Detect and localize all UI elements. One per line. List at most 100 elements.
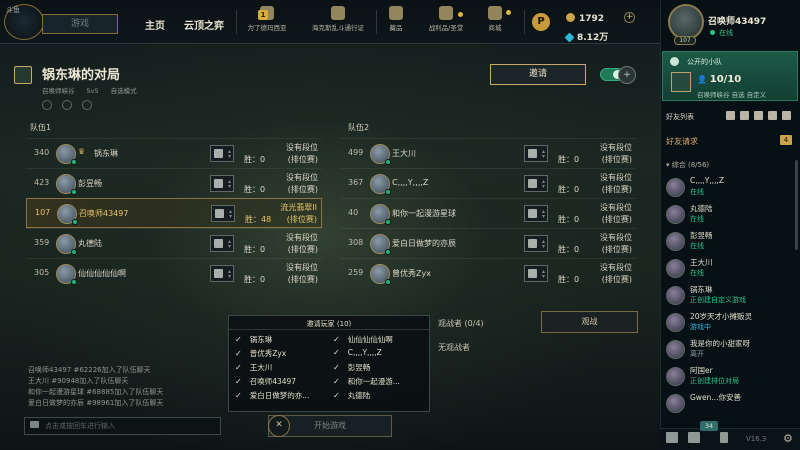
player-avatar[interactable] [370, 234, 391, 255]
play-button[interactable]: 游戏 [42, 14, 118, 34]
friend-item[interactable]: 锅东琳 正创建自定义游戏 [664, 284, 794, 308]
friend-item[interactable]: 阿国er 正创建排位对局 [664, 365, 794, 389]
player-row[interactable]: 259 曾优秀Zyx ▴ ▾ 没有段位 胜：0 (排位赛) [340, 258, 636, 288]
friend-item[interactable]: 王大川 在线 [664, 257, 794, 281]
nav-tft[interactable]: 云顶之弈 [184, 0, 224, 44]
chat-message: 爱白日做梦的亦辰 #98961加入了队伍聊天 [28, 399, 164, 407]
nav-loot[interactable]: 战利品/圣堂 [416, 4, 476, 42]
player-level: 308 [348, 238, 364, 247]
player-name[interactable]: 召唤师43497 [79, 208, 128, 219]
role-selector: ▴ ▾ [524, 265, 548, 282]
invite-button[interactable]: 邀请 [490, 64, 586, 85]
voice-icon[interactable] [720, 432, 728, 443]
profile-name: 召唤师43497 [708, 17, 767, 27]
friend-name: 阿国er [690, 366, 713, 375]
crown-icon: ♛ [78, 147, 86, 156]
leave-lobby-button[interactable]: ✕ [268, 415, 290, 437]
player-name[interactable]: C,,,,Y,,,,Z [392, 178, 428, 187]
friend-item[interactable]: 彭昱畅 在线 [664, 230, 794, 254]
friend-requests-count: 4 [780, 135, 792, 145]
friends-scrollbar[interactable] [795, 160, 798, 250]
profile-avatar[interactable] [668, 4, 704, 40]
friend-group-header[interactable]: ▾ 综合 (8/56) [666, 160, 709, 170]
party-title: 公开的小队 [687, 58, 722, 66]
player-avatar[interactable] [370, 144, 391, 165]
nav-hextech-pass[interactable]: 海克斯乱斗通行证 [302, 4, 374, 42]
search-icon[interactable] [782, 111, 791, 120]
folder-icon[interactable] [754, 111, 763, 120]
player-queue: (排位赛) [287, 275, 318, 284]
buy-currency-button[interactable]: + [624, 12, 635, 23]
chat-bubble-icon[interactable] [666, 432, 678, 443]
player-avatar[interactable] [370, 264, 391, 285]
jungle-icon [528, 269, 537, 278]
chevron-updown-icon: ▴ ▾ [541, 268, 545, 280]
player-row[interactable]: 308 爱白日做梦的亦辰 ▴ ▾ 没有段位 胜：0 (排位赛) [340, 228, 636, 258]
player-avatar[interactable] [56, 264, 77, 285]
player-name[interactable]: 丸德陆 [78, 238, 102, 249]
sort-icon[interactable] [740, 111, 749, 120]
missions-icon[interactable] [688, 432, 700, 443]
player-row[interactable]: 367 C,,,,Y,,,,Z ▴ ▾ 没有段位 胜：0 (排位赛) [340, 168, 636, 198]
player-level: 359 [34, 238, 50, 247]
party-card[interactable]: 公开的小队 10/10 召唤师峡谷 自选 自定义 [662, 51, 798, 101]
profile-level: 107 [674, 36, 696, 45]
friend-requests[interactable]: 好友请求 [666, 136, 698, 147]
chat-input[interactable]: 点击或按回车进行输入 [24, 417, 221, 435]
invited-player: 和你一起漫游... [333, 376, 400, 390]
pass-icon[interactable]: P [532, 13, 550, 31]
nav-store[interactable]: 商城 [470, 4, 520, 42]
settings-icon[interactable] [82, 100, 92, 110]
list-icon[interactable] [768, 111, 777, 120]
friend-status: 正创建自定义游戏 [690, 296, 746, 304]
friend-avatar [666, 340, 685, 359]
friend-item[interactable]: 我是你的小甜家呀 离开 [664, 338, 794, 362]
player-rank: 没有段位 [286, 173, 318, 182]
chat-message: 和你一起漫游星球 #68885加入了队伍聊天 [28, 388, 164, 396]
player-name[interactable]: 王大川 [392, 148, 416, 159]
player-avatar[interactable] [370, 204, 391, 225]
player-avatar[interactable] [56, 144, 77, 165]
player-name[interactable]: 爱白日做梦的亦辰 [392, 238, 456, 249]
gear-icon[interactable]: ⚙ [783, 432, 793, 445]
player-row[interactable]: 423 彭昱畅 ▴ ▾ 没有段位 胜：0 (排位赛) [26, 168, 322, 198]
player-rank: 没有段位 [600, 233, 632, 242]
player-name[interactable]: 锅东琳 [94, 148, 118, 159]
sword-icon [528, 209, 537, 218]
add-friend-icon[interactable] [726, 111, 735, 120]
player-row[interactable]: 340 ♛ 锅东琳 ▴ ▾ 没有段位 胜：0 (排位赛) [26, 138, 322, 168]
friend-status: 在线 [690, 269, 704, 277]
player-level: 499 [348, 148, 364, 157]
player-row[interactable]: 40 和你一起漫游星球 ▴ ▾ 没有段位 胜：0 (排位赛) [340, 198, 636, 228]
player-name[interactable]: 和你一起漫游星球 [392, 208, 456, 219]
party-crest-icon [671, 72, 691, 92]
invited-player: 曾优秀Zyx [235, 348, 309, 362]
player-avatar[interactable] [56, 174, 77, 195]
player-name[interactable]: 曾优秀Zyx [392, 268, 431, 279]
role-selector: ▴ ▾ [524, 145, 548, 162]
player-row[interactable]: 305 仙仙仙仙仙啊 ▴ ▾ 没有段位 胜：0 (排位赛) [26, 258, 322, 288]
player-queue: (排位赛) [601, 215, 632, 224]
nav-home[interactable]: 主页 [145, 0, 165, 44]
player-avatar[interactable] [56, 234, 77, 255]
invited-player: C,,,,Y,,,,Z [333, 348, 400, 362]
player-avatar[interactable] [370, 174, 391, 195]
player-row[interactable]: 107 召唤师43497 ▴ ▾ 流光翡翠II 胜：48 (排位赛) [26, 198, 322, 228]
chevron-updown-icon: ▴ ▾ [228, 208, 232, 220]
friend-item[interactable]: 丸德陆 在线 [664, 203, 794, 227]
friend-avatar [666, 205, 685, 224]
player-name[interactable]: 彭昱畅 [78, 178, 102, 189]
role-selector[interactable]: ▴ ▾ [211, 205, 235, 222]
friend-item[interactable]: Gwen...你安善 [664, 392, 794, 416]
friend-item[interactable]: C,,,,Y,,,,Z 在线 [664, 176, 794, 200]
player-avatar[interactable] [57, 204, 78, 225]
player-name[interactable]: 仙仙仙仙仙啊 [78, 268, 126, 279]
spectate-button[interactable]: 观战 [541, 311, 638, 333]
add-member-icon[interactable]: + [618, 66, 636, 84]
player-row[interactable]: 359 丸德陆 ▴ ▾ 没有段位 胜：0 (排位赛) [26, 228, 322, 258]
riot-points-icon [564, 32, 575, 43]
player-row[interactable]: 499 王大川 ▴ ▾ 没有段位 胜：0 (排位赛) [340, 138, 636, 168]
profile-status[interactable]: 在线 [710, 28, 733, 38]
friend-item[interactable]: 20岁天才小摊贩灵 游戏中 [664, 311, 794, 335]
jungle-icon [214, 269, 223, 278]
